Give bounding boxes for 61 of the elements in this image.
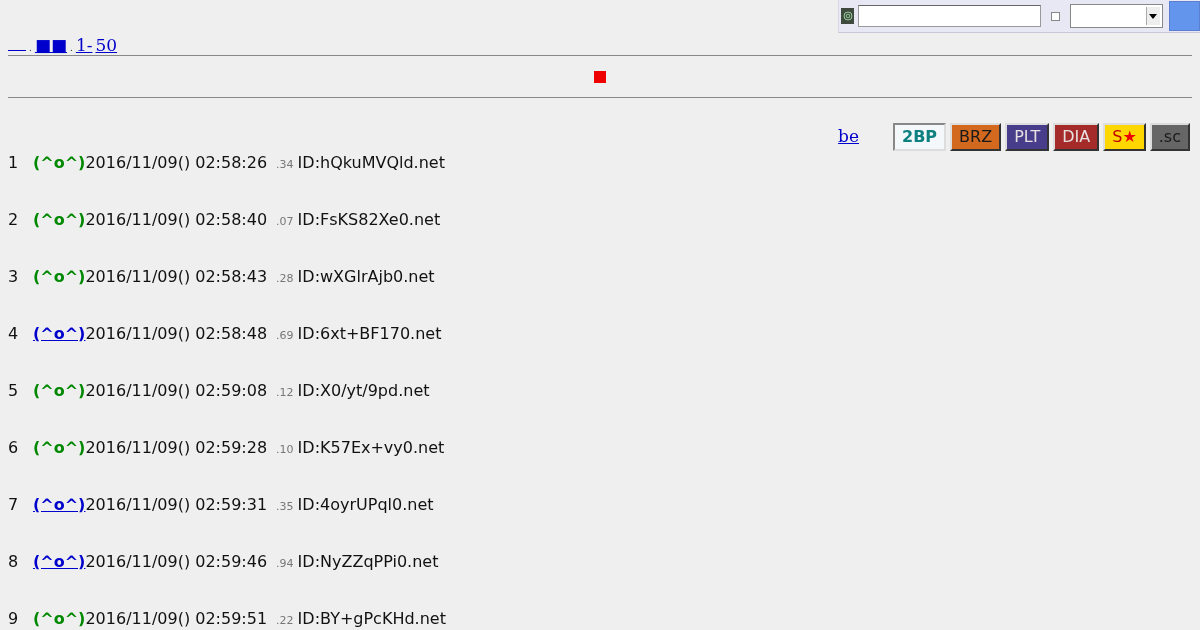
target-icon[interactable]	[841, 8, 855, 24]
post-id: ID:6xt+BF170.net	[297, 323, 442, 345]
post-date: 2016/11/09() 02:59:46	[85, 551, 268, 573]
poster-name: (^o^)	[33, 608, 86, 630]
post-id: ID:X0/yt/9pd.net	[297, 380, 430, 402]
poster-name: (^o^)	[33, 152, 86, 174]
separator-dot: .	[29, 42, 32, 55]
post-date: 2016/11/09() 02:58:40	[85, 209, 268, 231]
checkbox[interactable]	[1051, 11, 1060, 21]
post-fraction: .35	[276, 499, 294, 515]
post-number: 9	[8, 608, 20, 630]
post-number: 2	[8, 209, 20, 231]
post-id: ID:K57Ex+vy0.net	[297, 437, 445, 459]
post-date: 2016/11/09() 02:58:43	[85, 266, 268, 288]
post-number: 7	[8, 494, 20, 516]
post-number: 3	[8, 266, 20, 288]
post-date: 2016/11/09() 02:59:31	[85, 494, 268, 516]
poster-name: (^o^)	[33, 437, 86, 459]
tag-button[interactable]: 2BP	[893, 122, 947, 151]
poster-name: (^o^)	[33, 380, 86, 402]
post-id: ID:wXGlrAjb0.net	[297, 266, 435, 288]
post-number: 1	[8, 152, 20, 174]
post-id: ID:4oyrUPql0.net	[297, 494, 434, 516]
post-id: ID:BY+gPcKHd.net	[297, 608, 446, 630]
post-number: 4	[8, 323, 20, 345]
search-field[interactable]	[858, 5, 1042, 27]
square-icon	[594, 70, 606, 83]
post-date: 2016/11/09() 02:59:08	[85, 380, 268, 402]
separator-dot: .	[70, 42, 73, 55]
tag-button[interactable]: DIA	[1053, 122, 1100, 151]
tag-button[interactable]: PLT	[1005, 122, 1050, 151]
poster-name-link[interactable]: (^o^)	[33, 493, 86, 517]
post-fraction: .28	[276, 271, 294, 287]
post-number: 5	[8, 380, 20, 402]
post-fraction: .34	[276, 157, 294, 173]
post-id: ID:hQkuMVQld.net	[297, 152, 445, 174]
page-link[interactable]: 1-	[75, 33, 93, 59]
post-date: 2016/11/09() 02:58:26	[85, 152, 268, 174]
poster-name: (^o^)	[33, 209, 86, 231]
page-link[interactable]: ■■	[34, 33, 67, 59]
be-link[interactable]: be	[838, 123, 860, 150]
post-number: 8	[8, 551, 20, 573]
poster-name-link[interactable]: (^o^)	[33, 322, 86, 346]
post-number: 6	[8, 437, 20, 459]
search-button[interactable]	[1168, 1, 1200, 31]
poster-name: (^o^)	[33, 266, 86, 288]
tag-button[interactable]: S★	[1103, 122, 1146, 151]
post-date: 2016/11/09() 02:59:28	[85, 437, 268, 459]
post-date: 2016/11/09() 02:58:48	[85, 323, 268, 345]
tag-button[interactable]: BRZ	[950, 122, 1002, 151]
post-fraction: .12	[276, 385, 294, 401]
poster-name-link[interactable]: (^o^)	[33, 550, 86, 574]
post-id: ID:FsKS82Xe0.net	[297, 209, 441, 231]
post-date: 2016/11/09() 02:59:51	[85, 608, 268, 630]
post-fraction: .07	[276, 214, 294, 230]
page-link[interactable]: 50	[95, 33, 118, 59]
post-fraction: .10	[276, 442, 294, 458]
post-fraction: .94	[276, 556, 294, 572]
post-fraction: .22	[276, 613, 294, 629]
post-fraction: .69	[276, 328, 294, 344]
post-id: ID:NyZZqPPi0.net	[297, 551, 439, 573]
